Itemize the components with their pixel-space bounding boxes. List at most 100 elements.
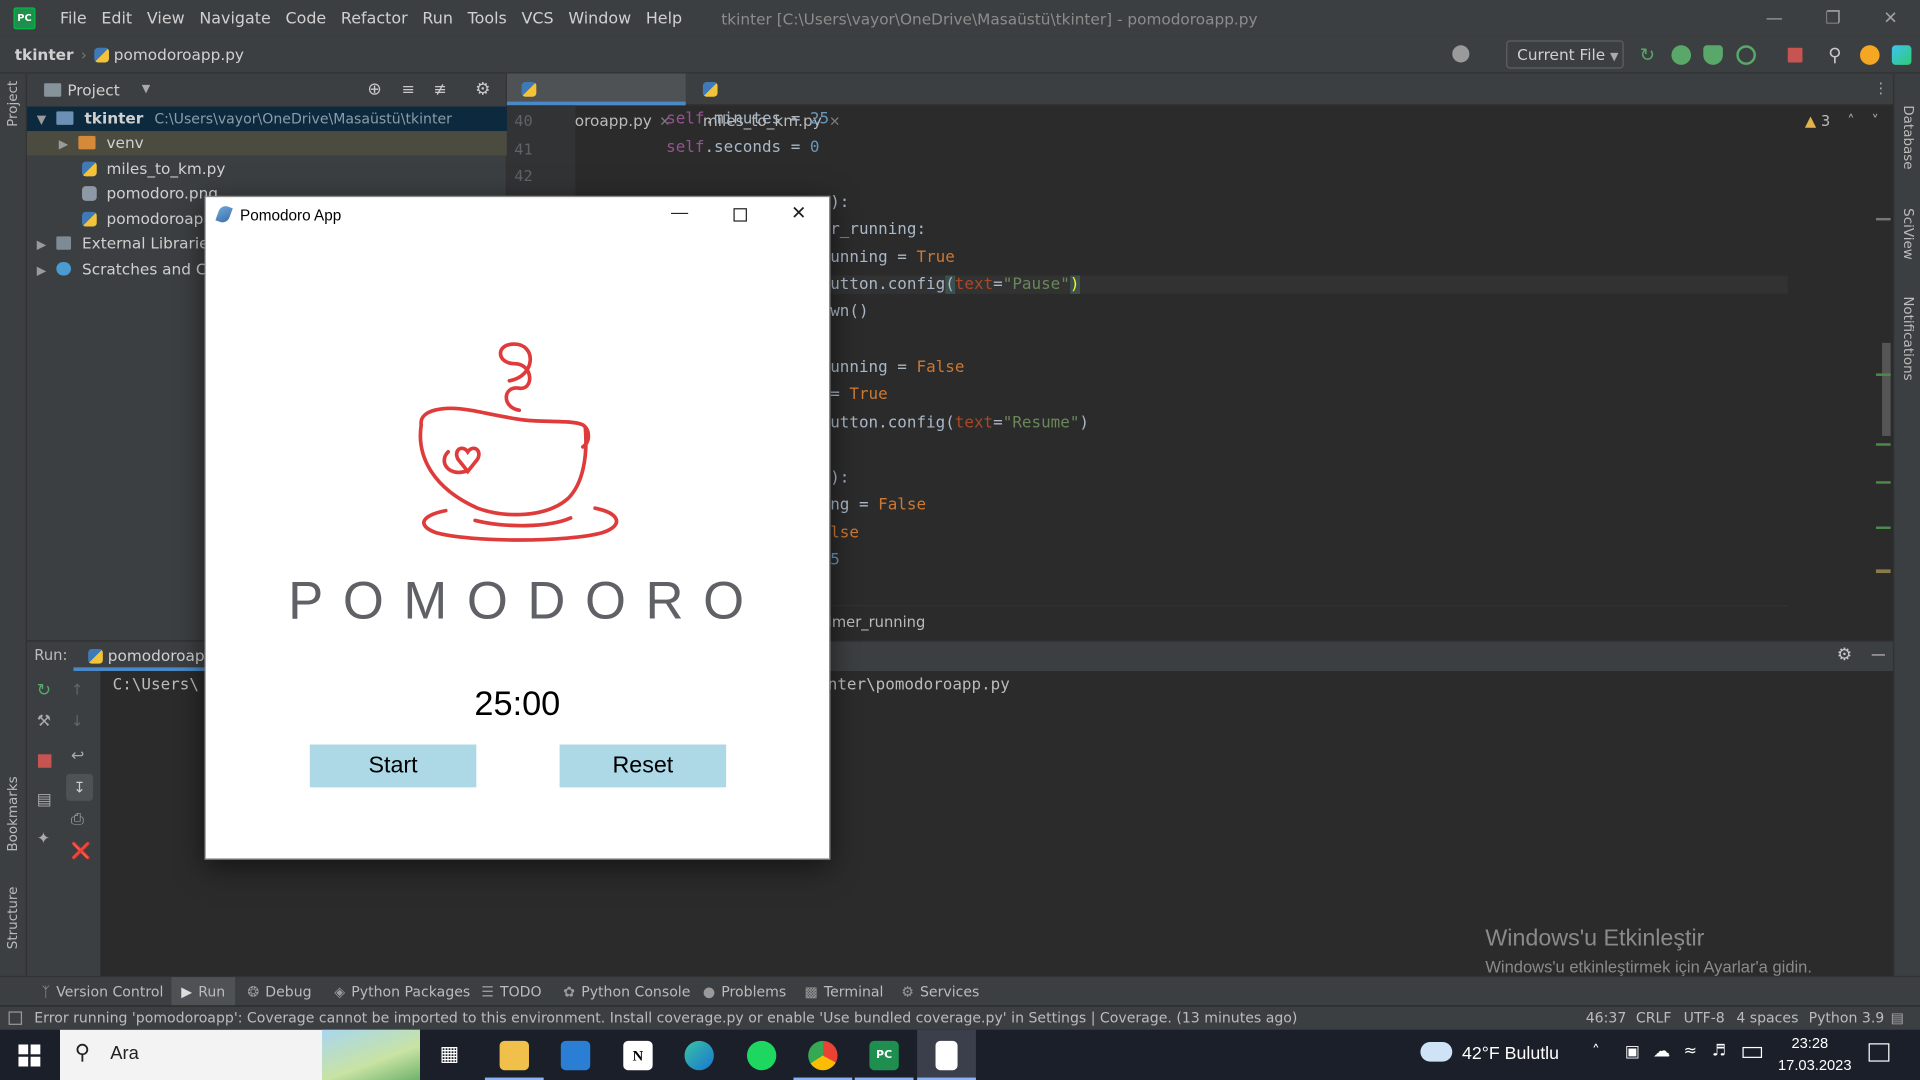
arrow-down-icon[interactable]: ↓ (71, 713, 83, 730)
coverage-icon[interactable] (1703, 45, 1723, 65)
tree-item-miles-to-km[interactable]: miles_to_km.py (27, 157, 507, 181)
rerun-icon[interactable]: ↻ (1640, 45, 1660, 65)
menu-run[interactable]: Run (415, 9, 460, 27)
structure-tool-label[interactable]: Structure (5, 887, 21, 950)
menu-view[interactable]: View (140, 9, 192, 27)
taskbar-pomodoro-window[interactable] (917, 1029, 976, 1080)
indent-setting[interactable]: 4 spaces (1736, 1007, 1798, 1030)
menu-vcs[interactable]: VCS (514, 9, 561, 27)
toolbox-icon[interactable] (1891, 45, 1912, 65)
weather-text[interactable]: 42°F Bulutlu (1462, 1044, 1559, 1064)
layout-toggle-icon[interactable] (8, 1011, 23, 1025)
menu-refactor[interactable]: Refactor (334, 9, 415, 27)
user-icon[interactable] (1452, 45, 1470, 63)
notifications-tool-label[interactable]: Notifications (1900, 296, 1916, 380)
breadcrumb-scope[interactable]: imer_running (828, 613, 926, 630)
taskbar-mail[interactable] (546, 1030, 605, 1080)
database-tool-label[interactable]: Database (1900, 105, 1916, 169)
menu-edit[interactable]: Edit (94, 9, 140, 27)
line-separator[interactable]: CRLF (1636, 1007, 1672, 1030)
layout-icon[interactable]: ▤ (37, 791, 52, 809)
editor-scrollbar[interactable] (1882, 342, 1891, 436)
tab-terminal[interactable]: ▩ Terminal (804, 977, 883, 1006)
chevron-down-icon[interactable]: ˅ (1871, 113, 1878, 130)
chevron-up-icon[interactable]: ˄ (1592, 1043, 1600, 1061)
menu-window[interactable]: Window (561, 9, 638, 27)
scroll-to-end-icon[interactable]: ↧ (66, 773, 94, 801)
chevron-down-icon[interactable]: ▼ (142, 83, 150, 95)
tab-miles-to-km[interactable]: miles_to_km.py ✕ (688, 73, 859, 130)
arrow-up-icon[interactable]: ↑ (71, 681, 83, 698)
collapse-all-icon[interactable]: ≢ (433, 80, 446, 98)
menu-code[interactable]: Code (278, 9, 333, 27)
chevron-right-icon[interactable]: ▶ (59, 133, 74, 157)
tab-debug[interactable]: ❂ Debug (247, 977, 311, 1006)
reset-button[interactable]: Reset (559, 744, 727, 788)
wrench-icon[interactable]: ⚒ (37, 713, 51, 731)
file-encoding[interactable]: UTF-8 (1684, 1007, 1725, 1030)
maximize-button[interactable] (733, 208, 747, 222)
bookmarks-tool-label[interactable]: Bookmarks (5, 776, 21, 851)
tab-version-control[interactable]: ᛉ Version Control (42, 977, 164, 1006)
menu-navigate[interactable]: Navigate (192, 9, 278, 27)
lock-icon[interactable]: ▤ (1891, 1007, 1904, 1030)
minimize-button[interactable]: — (1746, 0, 1802, 37)
sciview-tool-label[interactable]: SciView (1900, 208, 1916, 260)
wifi-icon[interactable]: ≈ (1684, 1042, 1697, 1060)
clock-time[interactable]: 23:28 (1791, 1035, 1828, 1052)
taskbar-search[interactable]: ⚲ Ara (60, 1029, 421, 1080)
run-config-select[interactable]: Current File ▼ (1506, 40, 1624, 69)
rerun-icon[interactable]: ↻ (37, 681, 51, 701)
chevron-right-icon[interactable]: ▶ (37, 234, 52, 258)
close-button[interactable]: ✕ (791, 202, 806, 224)
notification-center-icon[interactable] (1868, 1043, 1890, 1062)
taskbar-edge[interactable] (670, 1030, 729, 1080)
trash-icon[interactable]: ❌ (71, 842, 91, 860)
tree-item-venv[interactable]: ▶ venv (26, 131, 507, 157)
minimize-button[interactable]: — (671, 202, 688, 222)
tree-root[interactable]: ▼ tkinter C:\Users\vayor\OneDrive\Masaüs… (26, 106, 507, 133)
update-icon[interactable] (1860, 45, 1880, 65)
breadcrumb-file[interactable]: pomodoroapp.py (114, 45, 244, 63)
breadcrumb-project[interactable]: tkinter (15, 45, 74, 63)
profile-icon[interactable] (1736, 45, 1756, 65)
inspection-widget[interactable]: ▲ 3 ˄ ˅ (1805, 113, 1879, 130)
menu-tools[interactable]: Tools (460, 9, 514, 27)
close-button[interactable]: ✕ (1862, 0, 1918, 37)
debug-icon[interactable] (1671, 45, 1692, 65)
project-tool-label[interactable]: Project (5, 81, 21, 127)
project-panel-title[interactable]: Project (67, 80, 119, 98)
meet-icon[interactable]: ▣ (1625, 1043, 1640, 1061)
tab-python-packages[interactable]: ◈ Python Packages (334, 977, 470, 1006)
tab-services[interactable]: ⚙ Services (901, 977, 979, 1006)
tab-run[interactable]: ▶ Run (171, 977, 236, 1007)
stop-icon[interactable] (37, 754, 52, 768)
tab-pomodoroapp[interactable]: pomodoroapp.py ✕ (506, 73, 686, 130)
tab-python-console[interactable]: ✿ Python Console (563, 977, 690, 1006)
gear-icon[interactable]: ⚙ (475, 80, 490, 100)
tab-problems[interactable]: ● Problems (703, 977, 786, 1006)
more-options-icon[interactable]: ⋮ (1873, 80, 1888, 97)
menu-help[interactable]: Help (638, 9, 689, 27)
taskbar-spotify[interactable] (732, 1030, 791, 1080)
interpreter[interactable]: Python 3.9 (1809, 1007, 1885, 1030)
tab-todo[interactable]: ☰ TODO (481, 977, 541, 1006)
taskbar-chrome[interactable] (793, 1030, 853, 1080)
pin-icon[interactable]: ✦ (37, 830, 50, 848)
gear-icon[interactable]: ⚙ (1837, 645, 1852, 665)
start-button[interactable] (0, 1030, 59, 1080)
start-button[interactable]: Start (309, 744, 477, 788)
expand-all-icon[interactable]: ≡ (402, 80, 415, 98)
battery-icon[interactable] (1742, 1046, 1763, 1058)
stop-icon[interactable] (1787, 47, 1803, 63)
taskbar-pycharm[interactable]: PC (854, 1030, 914, 1080)
clock-date[interactable]: 17.03.2023 (1778, 1057, 1852, 1074)
locate-icon[interactable]: ⊕ (367, 80, 381, 100)
chevron-up-icon[interactable]: ˄ (1847, 113, 1854, 130)
soft-wrap-icon[interactable]: ↩ (71, 747, 84, 765)
print-icon[interactable]: ⎙ (71, 811, 84, 829)
hide-icon[interactable]: — (1871, 645, 1886, 662)
chevron-down-icon[interactable]: ▼ (37, 109, 52, 133)
task-view-button[interactable]: ▦ (422, 1030, 481, 1080)
chevron-right-icon[interactable]: ▶ (37, 260, 52, 284)
